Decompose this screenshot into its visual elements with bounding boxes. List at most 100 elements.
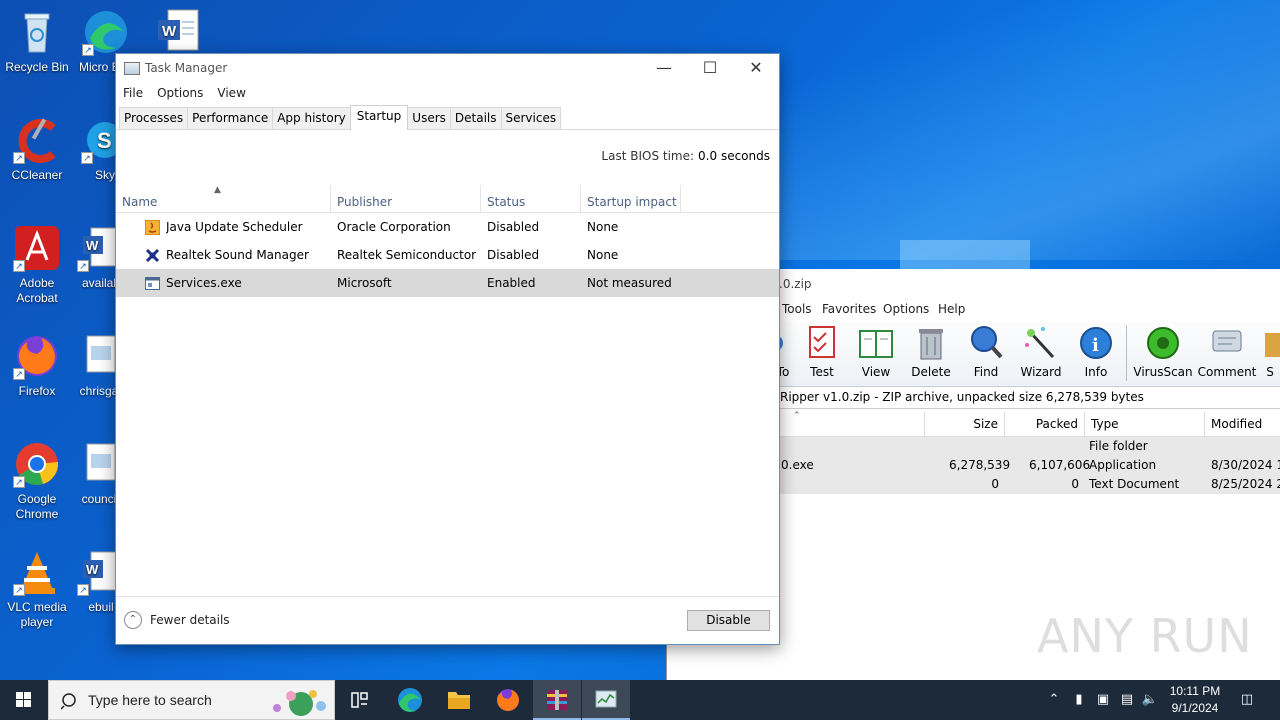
toolbar-info-button[interactable]: i Info (1068, 325, 1124, 379)
file-row[interactable]: 0.exe 6,278,539 6,107,606 Application 8/… (779, 456, 1280, 475)
menu-tools[interactable]: Tools (782, 302, 812, 316)
tab-users[interactable]: Users (407, 107, 451, 129)
col-status-header[interactable]: Status (481, 185, 581, 213)
desktop: Recycle Bin ↗ Micro Edg W ↗ CCleaner S ↗… (0, 0, 1280, 680)
maximize-button[interactable]: ☐ (687, 54, 733, 82)
taskbar-clock[interactable]: 10:11 PM 9/1/2024 (1162, 683, 1228, 717)
tab-performance[interactable]: Performance (187, 107, 274, 129)
file-size: 6,278,539 (949, 458, 1011, 472)
toolbar-view-button[interactable]: View (848, 325, 904, 379)
taskbar-firefox[interactable] (484, 680, 532, 720)
disable-button[interactable]: Disable (687, 610, 770, 631)
col-size-header[interactable]: Size (924, 412, 1004, 437)
battery-icon[interactable]: ▮ (1070, 691, 1088, 709)
taskbar-winrar[interactable] (533, 680, 581, 720)
desktop-icon-ccleaner[interactable]: ↗ CCleaner (0, 116, 74, 183)
word-document-icon: W (154, 8, 202, 56)
chevron-up-icon: ⌃ (124, 611, 142, 629)
file-size: 0 (991, 477, 999, 491)
menu-view[interactable]: View (217, 86, 245, 100)
network-icon[interactable]: ▤ (1118, 691, 1136, 709)
col-packed-header[interactable]: Packed (1004, 412, 1084, 437)
java-icon (144, 219, 161, 236)
toolbar-label: Info (1084, 365, 1108, 379)
toolbar-sfx-button[interactable]: S (1259, 325, 1280, 379)
toolbar-find-button[interactable]: Find (958, 325, 1014, 379)
show-hidden-icons-chevron-icon[interactable]: ⌃ (1045, 691, 1063, 709)
volume-icon[interactable]: 🔈 (1141, 691, 1159, 709)
task-manager-titlebar[interactable]: Task Manager — ☐ ✕ (116, 54, 779, 82)
chrome-icon: ↗ (13, 440, 61, 488)
bios-label: Last BIOS time: (601, 149, 695, 163)
toolbar-comment-button[interactable]: Comment (1197, 325, 1257, 379)
taskbar-task-manager[interactable] (582, 680, 630, 720)
menu-help[interactable]: Help (938, 302, 965, 316)
minimize-button[interactable]: — (641, 54, 687, 82)
toolbar-label: S (1266, 365, 1274, 379)
task-view-button[interactable] (336, 680, 384, 720)
desktop-icon-google-chrome[interactable]: ↗ Google Chrome (0, 440, 74, 522)
row-name: Java Update Scheduler (166, 220, 303, 234)
file-modified: 8/25/2024 2:3 (1211, 477, 1280, 491)
menu-options[interactable]: Options (157, 86, 203, 100)
startup-row-selected[interactable]: Services.exe Microsoft Enabled Not measu… (116, 269, 779, 297)
desktop-icon-label: Google Chrome (15, 492, 59, 521)
tab-app-history[interactable]: App history (272, 107, 351, 129)
svg-text:W: W (162, 23, 177, 40)
col-name-header[interactable]: ⌃ (779, 411, 924, 437)
svg-text:i: i (1092, 335, 1099, 356)
task-manager-footer: ⌃ Fewer details Disable (116, 596, 779, 644)
folder-icon (448, 692, 470, 709)
task-manager-icon (595, 690, 617, 708)
comment-icon (1209, 325, 1245, 361)
col-modified-header[interactable]: Modified (1204, 412, 1280, 437)
file-type: Application (1089, 458, 1157, 472)
row-name: Services.exe (166, 276, 242, 290)
shortcut-arrow-icon: ↗ (13, 584, 25, 596)
edge-icon (398, 688, 422, 712)
desktop-icon-adobe-acrobat[interactable]: ↗ Adobe Acrobat (0, 224, 74, 306)
tab-processes[interactable]: Processes (119, 107, 189, 129)
tab-startup[interactable]: Startup (349, 105, 409, 130)
firefox-icon (497, 689, 519, 711)
file-row[interactable]: 0 0 Text Document 8/25/2024 2:3 (779, 475, 1280, 494)
close-button[interactable]: ✕ (733, 54, 779, 82)
start-button[interactable] (0, 680, 48, 720)
startup-row[interactable]: Java Update Scheduler Oracle Corporation… (116, 213, 779, 241)
wizard-icon (1023, 325, 1059, 361)
toolbar-test-button[interactable]: Test (794, 325, 850, 379)
col-type-header[interactable]: Type (1084, 412, 1204, 437)
toolbar-virusscan-button[interactable]: VirusScan (1133, 325, 1193, 379)
toolbar-delete-button[interactable]: Delete (903, 325, 959, 379)
menu-file[interactable]: File (123, 86, 143, 100)
taskbar-search-box[interactable]: Type here to search (48, 680, 335, 720)
file-row[interactable]: File folder (779, 437, 1280, 456)
shortcut-arrow-icon: ↗ (13, 476, 25, 488)
col-name-header[interactable]: Name (116, 185, 331, 213)
startup-row[interactable]: Realtek Sound Manager Realtek Semiconduc… (116, 241, 779, 269)
menu-favorites[interactable]: Favorites (822, 302, 876, 316)
desktop-icon-firefox[interactable]: ↗ Firefox (0, 332, 74, 399)
desktop-icon-vlc[interactable]: ↗ VLC media player (0, 548, 74, 630)
file-type: File folder (1089, 439, 1148, 453)
desktop-icon-label: Adobe Acrobat (16, 276, 58, 305)
fewer-details-toggle[interactable]: ⌃ Fewer details (124, 611, 230, 629)
col-startup-impact-header[interactable]: Startup impact (581, 185, 681, 213)
tab-services[interactable]: Services (500, 107, 562, 129)
search-icon (61, 693, 76, 710)
virusscan-icon (1145, 325, 1181, 361)
tab-details[interactable]: Details (449, 107, 502, 129)
device-icon[interactable]: ▣ (1094, 691, 1112, 709)
notifications-icon[interactable]: ◫ (1238, 691, 1256, 709)
desktop-icon-recycle-bin[interactable]: Recycle Bin (0, 8, 74, 75)
taskbar-edge[interactable] (386, 680, 434, 720)
col-publisher-header[interactable]: Publisher (331, 185, 481, 213)
ccleaner-icon: ↗ (13, 116, 61, 164)
desktop-icon-label: chrisga (79, 384, 119, 398)
toolbar-wizard-button[interactable]: Wizard (1013, 325, 1069, 379)
menu-options[interactable]: Options (883, 302, 929, 316)
taskbar-file-explorer[interactable] (435, 680, 483, 720)
archive-path: Ripper v1.0.zip - ZIP archive, unpacked … (780, 390, 1144, 404)
find-icon (968, 325, 1004, 361)
tab-bar: Processes Performance App history Startu… (116, 104, 779, 130)
